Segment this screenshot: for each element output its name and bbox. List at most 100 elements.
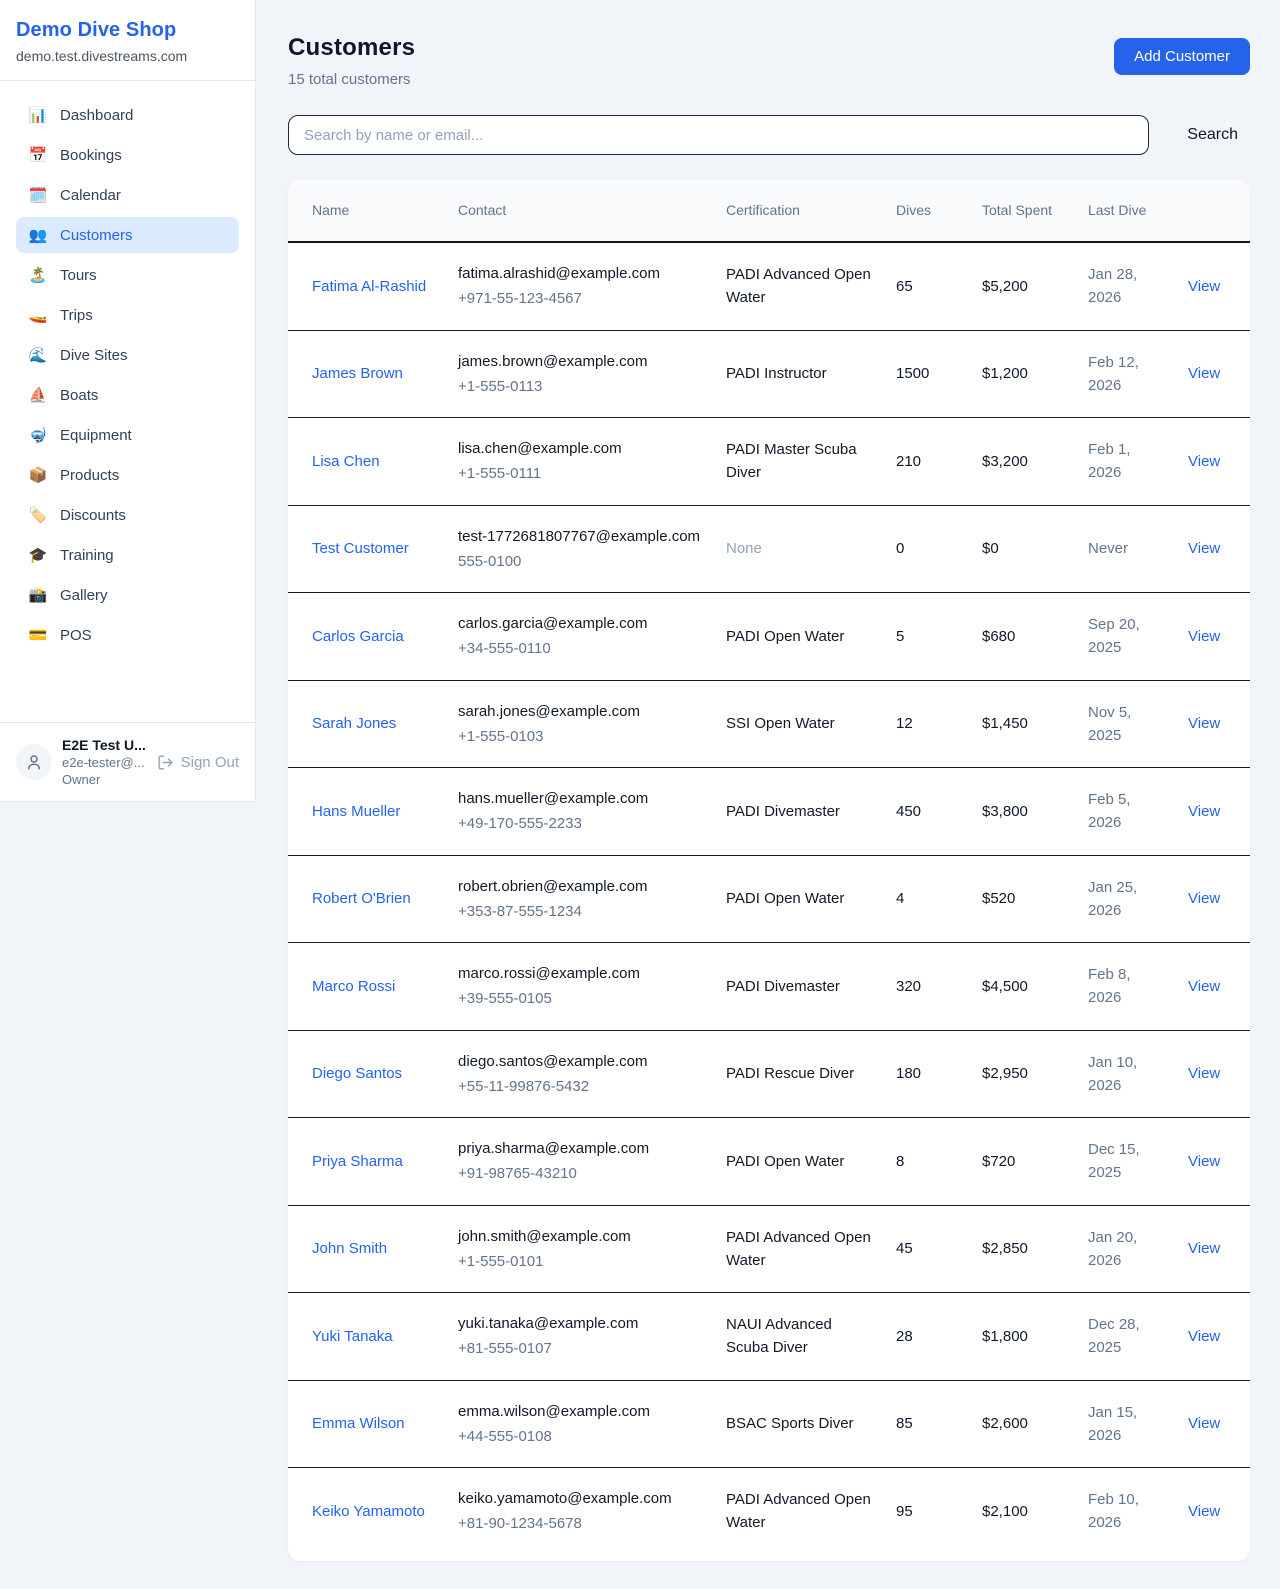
customer-total-spent-cell: $680 [970,593,1076,681]
view-link[interactable]: View [1188,978,1220,995]
customer-last-dive-cell: Feb 12, 2026 [1076,330,1176,418]
customer-name-link[interactable]: Test Customer [312,540,409,557]
view-link[interactable]: View [1188,803,1220,820]
customer-name-link[interactable]: Sarah Jones [312,715,396,732]
customer-action-cell: View [1176,1380,1250,1468]
sidebar-item-label: Bookings [60,147,122,164]
customer-name-link[interactable]: Keiko Yamamoto [312,1503,425,1520]
customer-email: test-1772681807767@example.com [458,525,702,548]
view-link[interactable]: View [1188,1065,1220,1082]
sidebar-item-equipment[interactable]: 🤿Equipment [16,417,239,453]
customer-name-link[interactable]: Carlos Garcia [312,628,404,645]
view-link[interactable]: View [1188,1503,1220,1520]
calendar-icon: 🗓️ [28,186,48,204]
sidebar-item-dashboard[interactable]: 📊Dashboard [16,97,239,133]
sidebar-item-training[interactable]: 🎓Training [16,537,239,573]
customer-name-link[interactable]: Robert O'Brien [312,890,411,907]
products-icon: 📦 [28,466,48,484]
customer-email: hans.mueller@example.com [458,787,702,810]
view-link[interactable]: View [1188,890,1220,907]
brand: Demo Dive Shop demo.test.divestreams.com [0,0,255,81]
customer-name-link[interactable]: Hans Mueller [312,803,400,820]
customer-dives-cell: 28 [884,1293,970,1381]
sidebar-item-trips[interactable]: 🚤Trips [16,297,239,333]
customer-phone: +55-11-99876-5432 [458,1075,702,1098]
search-input[interactable] [288,115,1149,155]
customer-name-link[interactable]: Marco Rossi [312,978,395,995]
sidebar-item-discounts[interactable]: 🏷️Discounts [16,497,239,533]
customer-name-link[interactable]: Priya Sharma [312,1153,403,1170]
view-link[interactable]: View [1188,540,1220,557]
customer-contact-cell: priya.sharma@example.com+91-98765-43210 [446,1118,714,1206]
sidebar-item-calendar[interactable]: 🗓️Calendar [16,177,239,213]
sidebar-item-dive-sites[interactable]: 🌊Dive Sites [16,337,239,373]
view-link[interactable]: View [1188,1240,1220,1257]
customer-action-cell: View [1176,855,1250,943]
view-link[interactable]: View [1188,278,1220,295]
sidebar-item-label: Gallery [60,587,108,604]
sidebar-item-pos[interactable]: 💳POS [16,617,239,653]
table-row: Robert O'Brienrobert.obrien@example.com+… [288,855,1250,943]
customer-action-cell: View [1176,1030,1250,1118]
sidebar-item-products[interactable]: 📦 Products [16,457,239,493]
customer-certification-cell: PADI Open Water [714,1118,884,1206]
customer-dives-cell: 45 [884,1205,970,1293]
customer-email: sarah.jones@example.com [458,700,702,723]
customer-contact-cell: john.smith@example.com+1-555-0101 [446,1205,714,1293]
sidebar-item-label: Boats [60,387,98,404]
discounts-icon: 🏷️ [28,506,48,524]
customer-phone: +81-90-1234-5678 [458,1512,702,1535]
customer-name-link[interactable]: Lisa Chen [312,453,380,470]
customer-action-cell: View [1176,418,1250,506]
view-link[interactable]: View [1188,628,1220,645]
table-row: Fatima Al-Rashidfatima.alrashid@example.… [288,242,1250,330]
customer-phone: +353-87-555-1234 [458,900,702,923]
view-link[interactable]: View [1188,715,1220,732]
customer-dives-cell: 95 [884,1468,970,1555]
customer-action-cell: View [1176,330,1250,418]
view-link[interactable]: View [1188,453,1220,470]
customer-phone: 555-0100 [458,550,702,573]
customer-total-spent-cell: $2,600 [970,1380,1076,1468]
sidebar-item-tours[interactable]: 🏝️Tours [16,257,239,293]
page-header-text: Customers 15 total customers [288,34,415,88]
view-link[interactable]: View [1188,365,1220,382]
customer-name-link[interactable]: John Smith [312,1240,387,1257]
customer-dives-cell: 5 [884,593,970,681]
add-customer-button[interactable]: Add Customer [1114,38,1250,75]
customer-total-spent-cell: $520 [970,855,1076,943]
sidebar-item-bookings[interactable]: 📅Bookings [16,137,239,173]
customer-name-link[interactable]: Fatima Al-Rashid [312,278,426,295]
search-button[interactable]: Search [1175,118,1250,152]
view-link[interactable]: View [1188,1153,1220,1170]
sidebar-item-customers[interactable]: 👥Customers [16,217,239,253]
customer-total-spent-cell: $1,450 [970,680,1076,768]
customer-phone: +1-555-0113 [458,375,702,398]
customer-dives-cell: 0 [884,505,970,593]
customer-contact-cell: lisa.chen@example.com+1-555-0111 [446,418,714,506]
customer-last-dive-cell: Dec 15, 2025 [1076,1118,1176,1206]
sidebar-item-gallery[interactable]: 📸Gallery [16,577,239,613]
customer-action-cell: View [1176,505,1250,593]
customer-last-dive-cell: Dec 28, 2025 [1076,1293,1176,1381]
customer-certification-cell: PADI Advanced Open Water [714,1468,884,1555]
customers-table-card: NameContactCertificationDivesTotal Spent… [288,180,1250,1561]
sidebar-item-label: Products [60,467,119,484]
customer-contact-cell: diego.santos@example.com+55-11-99876-543… [446,1030,714,1118]
view-link[interactable]: View [1188,1328,1220,1345]
customer-contact-cell: test-1772681807767@example.com555-0100 [446,505,714,593]
page-subtitle: 15 total customers [288,71,415,88]
sidebar-item-boats[interactable]: ⛵ Boats [16,377,239,413]
customer-name-link[interactable]: James Brown [312,365,403,382]
customer-name-link[interactable]: Diego Santos [312,1065,402,1082]
customer-dives-cell: 8 [884,1118,970,1206]
customer-name-cell: Test Customer [288,505,446,593]
customer-name-link[interactable]: Emma Wilson [312,1415,405,1432]
customer-phone: +1-555-0101 [458,1250,702,1273]
boats-icon: ⛵ [28,386,48,404]
sign-out-button[interactable]: Sign Out [155,754,239,771]
customer-name-link[interactable]: Yuki Tanaka [312,1328,393,1345]
view-link[interactable]: View [1188,1415,1220,1432]
customer-email: carlos.garcia@example.com [458,612,702,635]
customer-total-spent-cell: $2,850 [970,1205,1076,1293]
